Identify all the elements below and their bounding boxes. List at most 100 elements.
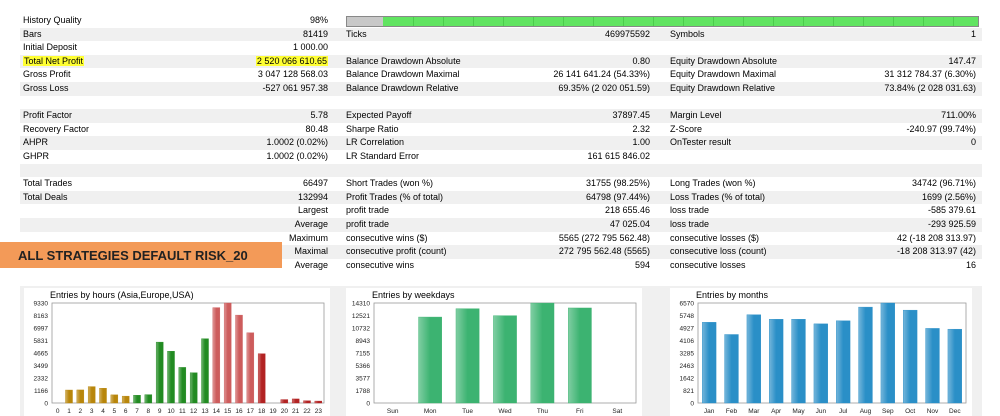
metric-label: Total Net Profit [23, 55, 85, 69]
y-tick-label: 14310 [352, 301, 370, 308]
metric-value: 73.84% (2 028 031.63) [884, 82, 976, 93]
metric-label: Balance Drawdown Absolute [346, 55, 461, 66]
bar [925, 328, 940, 404]
metric-label: Expected Payoff [346, 110, 412, 121]
x-tick-label: 13 [201, 408, 209, 415]
y-tick-label: 3577 [356, 376, 371, 383]
bar [813, 323, 828, 404]
metric-label: AHPR [23, 137, 49, 148]
x-tick-label: Sun [387, 408, 399, 415]
metric-label: Total Deals [23, 191, 68, 202]
x-tick-label: Aug [860, 408, 872, 415]
report-row: Total Trades 66497 Short Trades (won %) 317… [20, 177, 982, 191]
bar [303, 400, 311, 404]
metric-label: Initial Deposit [23, 42, 78, 53]
metric-label: Ticks [346, 28, 367, 39]
metric-value: -18 208 313.97 (42) [896, 246, 976, 257]
x-tick-label: Mon [424, 408, 437, 415]
bar [418, 316, 442, 404]
quality-bar-tick [683, 17, 684, 26]
report-row [20, 163, 982, 178]
x-tick-label: Jun [816, 408, 827, 415]
bar [99, 388, 107, 404]
bar [201, 338, 209, 404]
report-row: Gross Profit 3 047 128 568.03 Balance Draw… [20, 68, 982, 82]
quality-bar-tick [503, 17, 504, 26]
bar [257, 353, 266, 404]
metric-label: profit trade [346, 205, 390, 216]
chart-svg: 6570 5748 4927 4106 3285 2463 1642 821 0 Jan Feb Ma… [680, 301, 967, 415]
bar [746, 314, 761, 404]
metric-value: -527 061 957.38 [262, 82, 328, 93]
x-tick-label: Thu [537, 408, 549, 415]
metric-label: Equity Drawdown Relative [670, 82, 776, 93]
bar [455, 308, 480, 404]
metric-value: 5565 (272 795 562.48) [558, 232, 650, 243]
metric-value: 1.0002 (0.02%) [266, 137, 328, 148]
x-tick-label: 9 [158, 408, 162, 415]
metric-label: Long Trades (won %) [670, 178, 756, 189]
chart-entries-by-months: Entries by months 6570 5748 4927 4106 3285 246… [670, 288, 972, 416]
bar [144, 394, 153, 404]
x-tick-label: Sat [612, 408, 622, 415]
bar [167, 351, 175, 404]
y-tick-label: 4106 [680, 338, 695, 345]
metric-value: 711.00% [941, 110, 976, 121]
metric-value: 147.47 [948, 55, 976, 66]
x-tick-label: Jan [704, 408, 715, 415]
bar [314, 400, 323, 404]
bar [87, 386, 96, 404]
x-tick-label: 10 [167, 408, 175, 415]
metric-label: Margin Level [670, 110, 722, 121]
y-tick-label: 5366 [356, 363, 371, 370]
metric-value: 1 [970, 28, 976, 39]
y-tick-label: 0 [366, 401, 370, 408]
metric-value: -293 925.59 [927, 218, 976, 229]
metric-label: consecutive wins ($) [346, 232, 428, 243]
x-tick-label: 12 [190, 408, 198, 415]
metric-value: 272 795 562.48 (5565) [558, 246, 650, 257]
metric-value: 80.48 [305, 123, 328, 134]
metric-label: Recovery Factor [23, 123, 90, 134]
metric-value: 1 000.00 [292, 42, 328, 53]
quality-bar-tick [833, 17, 834, 26]
quality-bar-tick [593, 17, 594, 26]
bar [947, 328, 962, 404]
metric-label: LR Correlation [346, 137, 405, 148]
chart-entries-by-hours: Entries by hours (Asia,Europe,USA) 9330 81… [24, 288, 330, 416]
x-tick-label: 16 [235, 408, 243, 415]
report-row: GHPR 1.0002 (0.02%) LR Standard Error 161 6… [20, 150, 982, 164]
history-quality-bar [346, 16, 979, 27]
x-tick-label: 21 [292, 408, 300, 415]
bar [76, 389, 85, 404]
metric-value: 37897.45 [612, 110, 650, 121]
x-tick-label: Feb [726, 408, 738, 415]
bar [724, 334, 739, 404]
metric-value: -240.97 (99.74%) [906, 123, 976, 134]
chart-svg: 9330816369975831466534992332116600 1 2 3 4 5 6… [34, 301, 325, 415]
bar [189, 372, 198, 404]
metric-value: 34742 (96.71%) [911, 178, 976, 189]
metric-value: 1699 (2.56%) [921, 191, 976, 202]
metric-label: Gross Loss [23, 82, 69, 93]
metric-value: 31 312 784.37 (6.30%) [884, 69, 976, 80]
x-tick-label: 4 [101, 408, 105, 415]
metric-value: 594 [634, 259, 650, 270]
x-tick-label: Tue [462, 408, 473, 415]
metric-value: 1.00 [632, 137, 650, 148]
x-tick-label: 19 [269, 408, 277, 415]
report-row: Profit Factor 5.78 Expected Payoff 37897.45… [20, 109, 982, 123]
metric-label: Profit Trades (% of total) [346, 191, 444, 202]
bar [121, 395, 130, 404]
y-tick-label: 6570 [680, 301, 695, 308]
metric-label: Balance Drawdown Relative [346, 82, 459, 93]
metric-value: 26 141 641.24 (54.33%) [553, 69, 650, 80]
metric-value: 2 520 066 610.65 [140, 55, 328, 69]
highlight-mark: 2 520 066 610.65 [255, 55, 328, 66]
metric-label: profit trade [346, 218, 390, 229]
y-tick-label: 4927 [680, 326, 695, 333]
report-row: Bars 81419 Ticks 469975592 Symbols 1 [20, 27, 982, 42]
metric-label: loss trade [670, 218, 710, 229]
y-tick-label: 8943 [356, 338, 371, 345]
quality-bar-tick [533, 17, 534, 26]
